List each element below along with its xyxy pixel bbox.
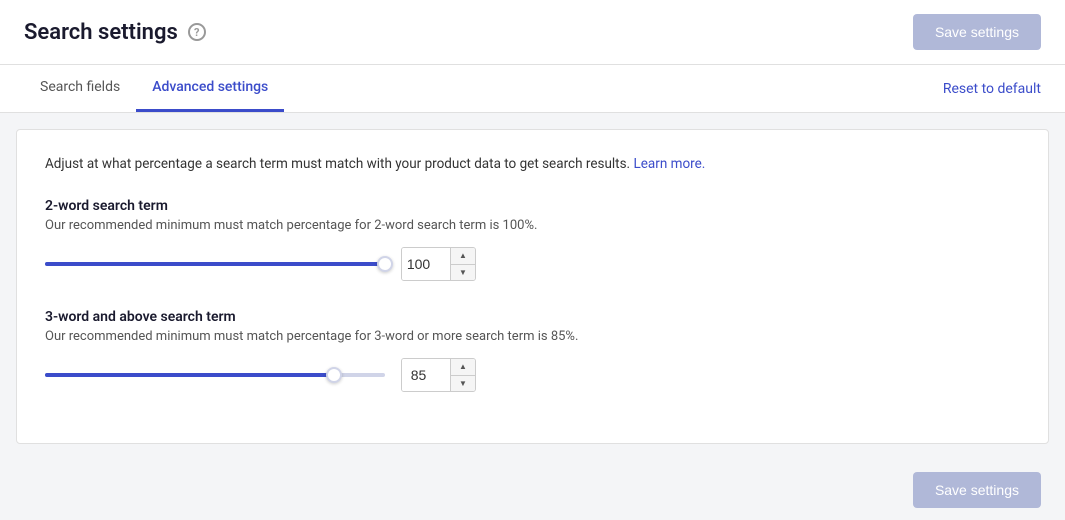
three-word-number-input[interactable] bbox=[402, 359, 450, 391]
help-icon[interactable]: ? bbox=[188, 23, 206, 41]
two-word-number-input-wrapper: ▲ ▼ bbox=[401, 247, 476, 281]
three-word-spinner-buttons: ▲ ▼ bbox=[450, 359, 475, 391]
two-word-decrement-button[interactable]: ▼ bbox=[451, 265, 475, 281]
two-word-slider-row: ▲ ▼ bbox=[45, 247, 1020, 281]
save-settings-button-bottom[interactable]: Save settings bbox=[913, 472, 1041, 508]
header: Search settings ? Save settings bbox=[0, 0, 1065, 65]
three-word-section: 3-word and above search term Our recomme… bbox=[45, 309, 1020, 392]
two-word-slider-wrapper[interactable] bbox=[45, 254, 385, 274]
tab-search-fields[interactable]: Search fields bbox=[24, 65, 136, 112]
header-left: Search settings ? bbox=[24, 20, 206, 45]
three-word-slider-fill bbox=[45, 373, 334, 377]
two-word-number-input[interactable] bbox=[402, 248, 450, 280]
three-word-title: 3-word and above search term bbox=[45, 309, 1020, 325]
page-title: Search settings bbox=[24, 20, 178, 45]
three-word-slider-wrapper[interactable] bbox=[45, 365, 385, 385]
three-word-slider-row: ▲ ▼ bbox=[45, 358, 1020, 392]
two-word-title: 2-word search term bbox=[45, 198, 1020, 214]
tab-advanced-settings[interactable]: Advanced settings bbox=[136, 65, 284, 112]
two-word-section: 2-word search term Our recommended minim… bbox=[45, 198, 1020, 281]
reset-to-default-link[interactable]: Reset to default bbox=[943, 81, 1041, 97]
two-word-slider-thumb[interactable] bbox=[377, 256, 393, 272]
bottom-bar: Save settings bbox=[0, 460, 1065, 520]
three-word-decrement-button[interactable]: ▼ bbox=[451, 376, 475, 392]
three-word-desc: Our recommended minimum must match perce… bbox=[45, 329, 1020, 344]
tabs-bar: Search fields Advanced settings Reset to… bbox=[0, 65, 1065, 113]
description-text: Adjust at what percentage a search term … bbox=[45, 154, 1020, 174]
two-word-slider-fill bbox=[45, 262, 385, 266]
two-word-slider-track bbox=[45, 262, 385, 266]
three-word-slider-thumb[interactable] bbox=[326, 367, 342, 383]
three-word-slider-track bbox=[45, 373, 385, 377]
tabs-left: Search fields Advanced settings bbox=[24, 65, 284, 112]
two-word-spinner-buttons: ▲ ▼ bbox=[450, 248, 475, 280]
two-word-desc: Our recommended minimum must match perce… bbox=[45, 218, 1020, 233]
content-area: Adjust at what percentage a search term … bbox=[16, 129, 1049, 444]
three-word-increment-button[interactable]: ▲ bbox=[451, 359, 475, 376]
three-word-number-input-wrapper: ▲ ▼ bbox=[401, 358, 476, 392]
save-settings-button-top[interactable]: Save settings bbox=[913, 14, 1041, 50]
two-word-increment-button[interactable]: ▲ bbox=[451, 248, 475, 265]
learn-more-link[interactable]: Learn more. bbox=[633, 156, 705, 172]
